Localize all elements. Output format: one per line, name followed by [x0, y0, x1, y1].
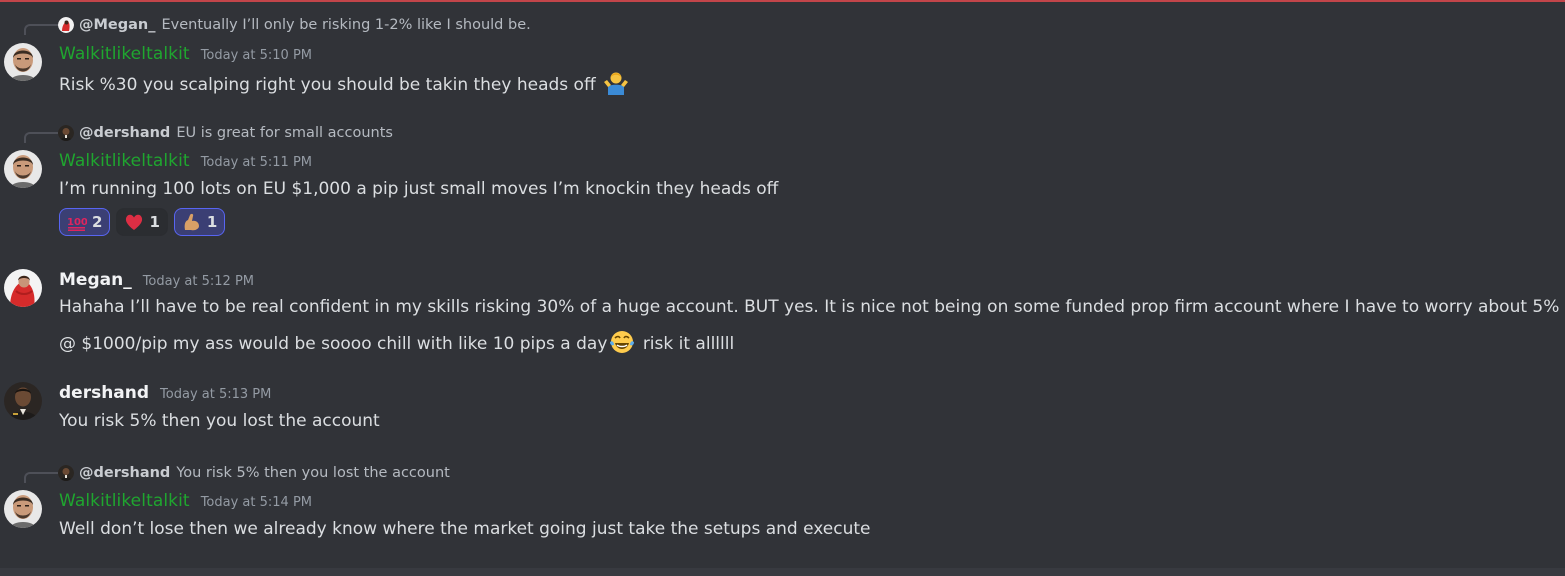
- message-timestamp[interactable]: Today at 5:12 PM: [143, 274, 254, 289]
- avatar[interactable]: [4, 269, 42, 307]
- reaction-red-heart[interactable]: 1: [116, 208, 168, 236]
- message-text-line-2: @ $1000/pip my ass would be soooo chill …: [59, 334, 608, 354]
- message-text-line-2-end: risk it allllll: [642, 334, 735, 354]
- reaction-flexed-biceps[interactable]: 1: [173, 208, 226, 236]
- message-content: Well don’t lose then we already know whe…: [59, 518, 871, 540]
- hundred-points-emoji: 100: [67, 217, 87, 231]
- message-content: You risk 5% then you lost the account: [59, 410, 380, 432]
- dershand-mini-avatar: [58, 125, 74, 141]
- reaction-bar: 100 2 1 1: [59, 208, 226, 236]
- reaction-count: 1: [206, 213, 218, 231]
- avatar[interactable]: [4, 150, 42, 188]
- reply-username[interactable]: @dershand: [79, 465, 170, 481]
- author-username[interactable]: Walkitlikeltalkit: [59, 491, 190, 511]
- message-text: Risk %30 you scalping right you should b…: [59, 75, 596, 95]
- message-timestamp[interactable]: Today at 5:13 PM: [160, 387, 271, 402]
- walkitlikeltalkit-avatar-image: [4, 43, 42, 81]
- avatar[interactable]: [4, 490, 42, 528]
- reply-text: Eventually I’ll only be risking 1-2% lik…: [161, 17, 531, 33]
- message-content: I’m running 100 lots on EU $1,000 a pip …: [59, 178, 778, 200]
- message-text: You risk 5% then you lost the account: [59, 411, 380, 431]
- reply-preview[interactable]: @Megan_ Eventually I’ll only be risking …: [58, 16, 531, 34]
- message-content: Risk %30 you scalping right you should b…: [59, 70, 631, 96]
- message-text-line-1: Hahaha I’ll have to be real confident in…: [59, 297, 1565, 317]
- message-header: Walkitlikeltalkit Today at 5:11 PM: [59, 151, 312, 171]
- walkitlikeltalkit-avatar-image: [4, 490, 42, 528]
- reply-spine: [24, 24, 58, 35]
- dershand-avatar-image: [4, 382, 42, 420]
- flexed-biceps-emoji: [184, 213, 199, 231]
- dershand-mini-avatar: [58, 465, 74, 481]
- face-with-tears-of-joy-emoji[interactable]: [609, 329, 635, 355]
- message-text: I’m running 100 lots on EU $1,000 a pip …: [59, 179, 779, 199]
- message-header: Walkitlikeltalkit Today at 5:10 PM: [59, 44, 312, 64]
- message-text: Well don’t lose then we already know whe…: [59, 519, 871, 539]
- message-list: @Megan_ Eventually I’ll only be risking …: [0, 0, 1565, 576]
- person-shrugging-emoji[interactable]: [603, 70, 629, 96]
- megan-avatar-image: [4, 269, 42, 307]
- reply-spine: [24, 472, 58, 483]
- message-header: Megan_ Today at 5:12 PM: [59, 270, 254, 290]
- reaction-count: 2: [92, 213, 103, 231]
- message-composer-edge[interactable]: [0, 568, 1565, 576]
- author-username[interactable]: Walkitlikeltalkit: [59, 151, 190, 171]
- reply-spine: [24, 132, 58, 143]
- reply-preview[interactable]: @dershand You risk 5% then you lost the …: [58, 464, 450, 482]
- reply-preview[interactable]: @dershand EU is great for small accounts: [58, 124, 393, 142]
- reaction-count: 1: [149, 213, 160, 231]
- message-content: Hahaha I’ll have to be real confident in…: [59, 296, 1565, 318]
- message-header: dershand Today at 5:13 PM: [59, 383, 271, 403]
- walkitlikeltalkit-avatar-image: [4, 150, 42, 188]
- message-header: Walkitlikeltalkit Today at 5:14 PM: [59, 491, 312, 511]
- message-content-line-2: @ $1000/pip my ass would be soooo chill …: [59, 329, 734, 355]
- reply-username[interactable]: @dershand: [79, 125, 170, 141]
- author-username[interactable]: dershand: [59, 383, 149, 403]
- message-timestamp[interactable]: Today at 5:14 PM: [201, 495, 312, 510]
- reply-text: You risk 5% then you lost the account: [176, 465, 450, 481]
- avatar[interactable]: [4, 382, 42, 420]
- author-username[interactable]: Walkitlikeltalkit: [59, 44, 190, 64]
- author-username[interactable]: Megan_: [59, 270, 132, 290]
- avatar[interactable]: [4, 43, 42, 81]
- reply-text: EU is great for small accounts: [176, 125, 393, 141]
- message-timestamp[interactable]: Today at 5:11 PM: [201, 155, 312, 170]
- reaction-hundred-points[interactable]: 100 2: [59, 208, 111, 236]
- megan-mini-avatar: [58, 17, 74, 33]
- reply-username[interactable]: @Megan_: [79, 17, 156, 33]
- red-heart-emoji: [126, 214, 143, 230]
- message-timestamp[interactable]: Today at 5:10 PM: [201, 48, 312, 63]
- svg-text:100: 100: [67, 217, 87, 228]
